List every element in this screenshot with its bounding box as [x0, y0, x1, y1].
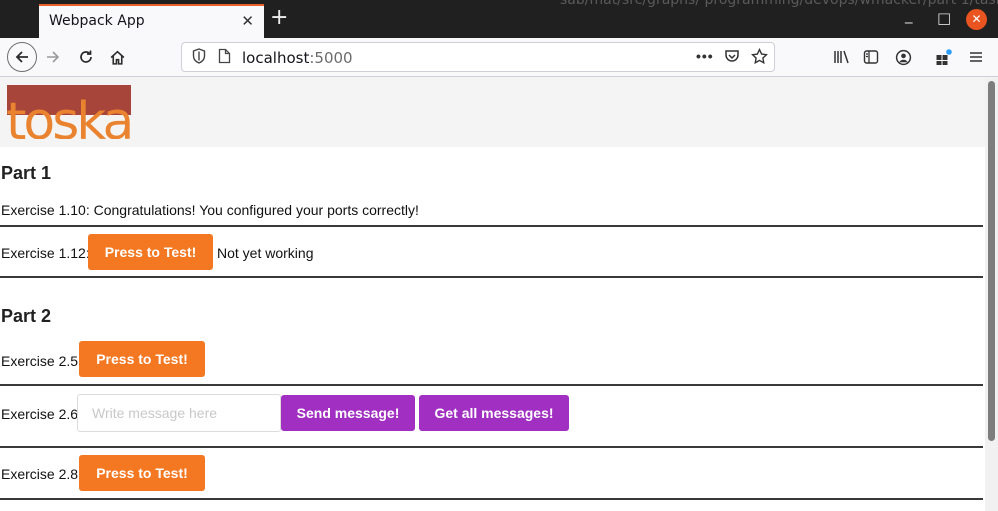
url-text: localhost:5000 [242, 49, 353, 67]
minimize-button[interactable]: _ [905, 6, 913, 24]
page-content: toska Part 1 Exercise 1.10: Congratulati… [0, 77, 985, 511]
tab-close-icon[interactable]: ✕ [241, 12, 254, 30]
extensions-button[interactable] [931, 45, 957, 69]
maximize-button[interactable]: □ [937, 9, 951, 27]
get-all-messages-button[interactable]: Get all messages! [419, 395, 569, 431]
pocket-icon[interactable] [724, 48, 740, 69]
extensions-icon [936, 49, 952, 65]
exercise-1-12-label: Exercise 1.12: [1, 245, 90, 261]
scrollbar-thumb[interactable] [988, 81, 995, 441]
new-tab-button[interactable]: + [270, 5, 288, 30]
url-host: localhost [242, 49, 310, 67]
exercise-1-10-text: Exercise 1.10: Congratulations! You conf… [1, 202, 419, 218]
home-icon [110, 50, 124, 65]
part2-title: Part 2 [1, 306, 52, 326]
exercise-2-5-test-button[interactable]: Press to Test! [79, 341, 205, 377]
shield-icon[interactable] [192, 48, 206, 69]
tab-bar: sab/mat/src/graphs/ programming/devops/w… [0, 0, 998, 38]
divider [0, 225, 983, 227]
back-arrow-icon [15, 51, 28, 63]
home-button[interactable] [104, 45, 130, 69]
reload-button[interactable] [73, 45, 99, 69]
divider [0, 384, 983, 386]
url-port: :5000 [309, 49, 353, 67]
message-input[interactable] [77, 394, 281, 432]
hamburger-menu-icon [970, 52, 982, 62]
logo-text: toska [7, 92, 131, 139]
page-scrollbar[interactable] [985, 77, 998, 511]
forward-arrow-icon [47, 51, 60, 63]
app-menu-button[interactable] [963, 45, 989, 69]
tab-title: Webpack App [49, 13, 145, 29]
divider [0, 276, 983, 278]
background-window-text: sab/mat/src/graphs/ programming/devops/w… [560, 0, 998, 8]
library-icon [834, 50, 849, 64]
account-button[interactable] [890, 45, 916, 69]
exercise-2-5-label: Exercise 2.5: [1, 353, 82, 369]
window-close-button[interactable]: ✕ [966, 9, 987, 30]
divider [0, 498, 983, 500]
reload-icon [80, 50, 92, 63]
forward-button[interactable] [40, 45, 66, 69]
part1-title: Part 1 [1, 163, 52, 183]
sidebar-icon [863, 50, 879, 64]
account-icon [895, 49, 911, 65]
page-info-icon[interactable] [218, 48, 231, 69]
url-bar[interactable]: localhost:5000 ••• [181, 42, 775, 72]
exercise-2-8-test-button[interactable]: Press to Test! [79, 455, 205, 491]
library-button[interactable] [829, 45, 855, 69]
toska-logo: toska [7, 85, 131, 139]
sidebar-button[interactable] [858, 45, 884, 69]
back-button[interactable] [7, 42, 37, 72]
tab-webpack-app[interactable]: Webpack App ✕ [39, 4, 264, 38]
site-header: toska [0, 77, 985, 147]
navigation-bar: localhost:5000 ••• [0, 38, 998, 77]
exercise-1-12-status: Not yet working [217, 245, 314, 261]
send-message-button[interactable]: Send message! [281, 395, 415, 431]
exercise-2-6-label: Exercise 2.6: [1, 406, 82, 422]
exercise-1-12-test-button[interactable]: Press to Test! [88, 234, 213, 270]
page-actions-menu-icon[interactable]: ••• [696, 48, 714, 64]
divider [0, 446, 983, 448]
exercise-2-8-label: Exercise 2.8: [1, 466, 82, 482]
bookmark-star-icon[interactable] [751, 47, 768, 70]
